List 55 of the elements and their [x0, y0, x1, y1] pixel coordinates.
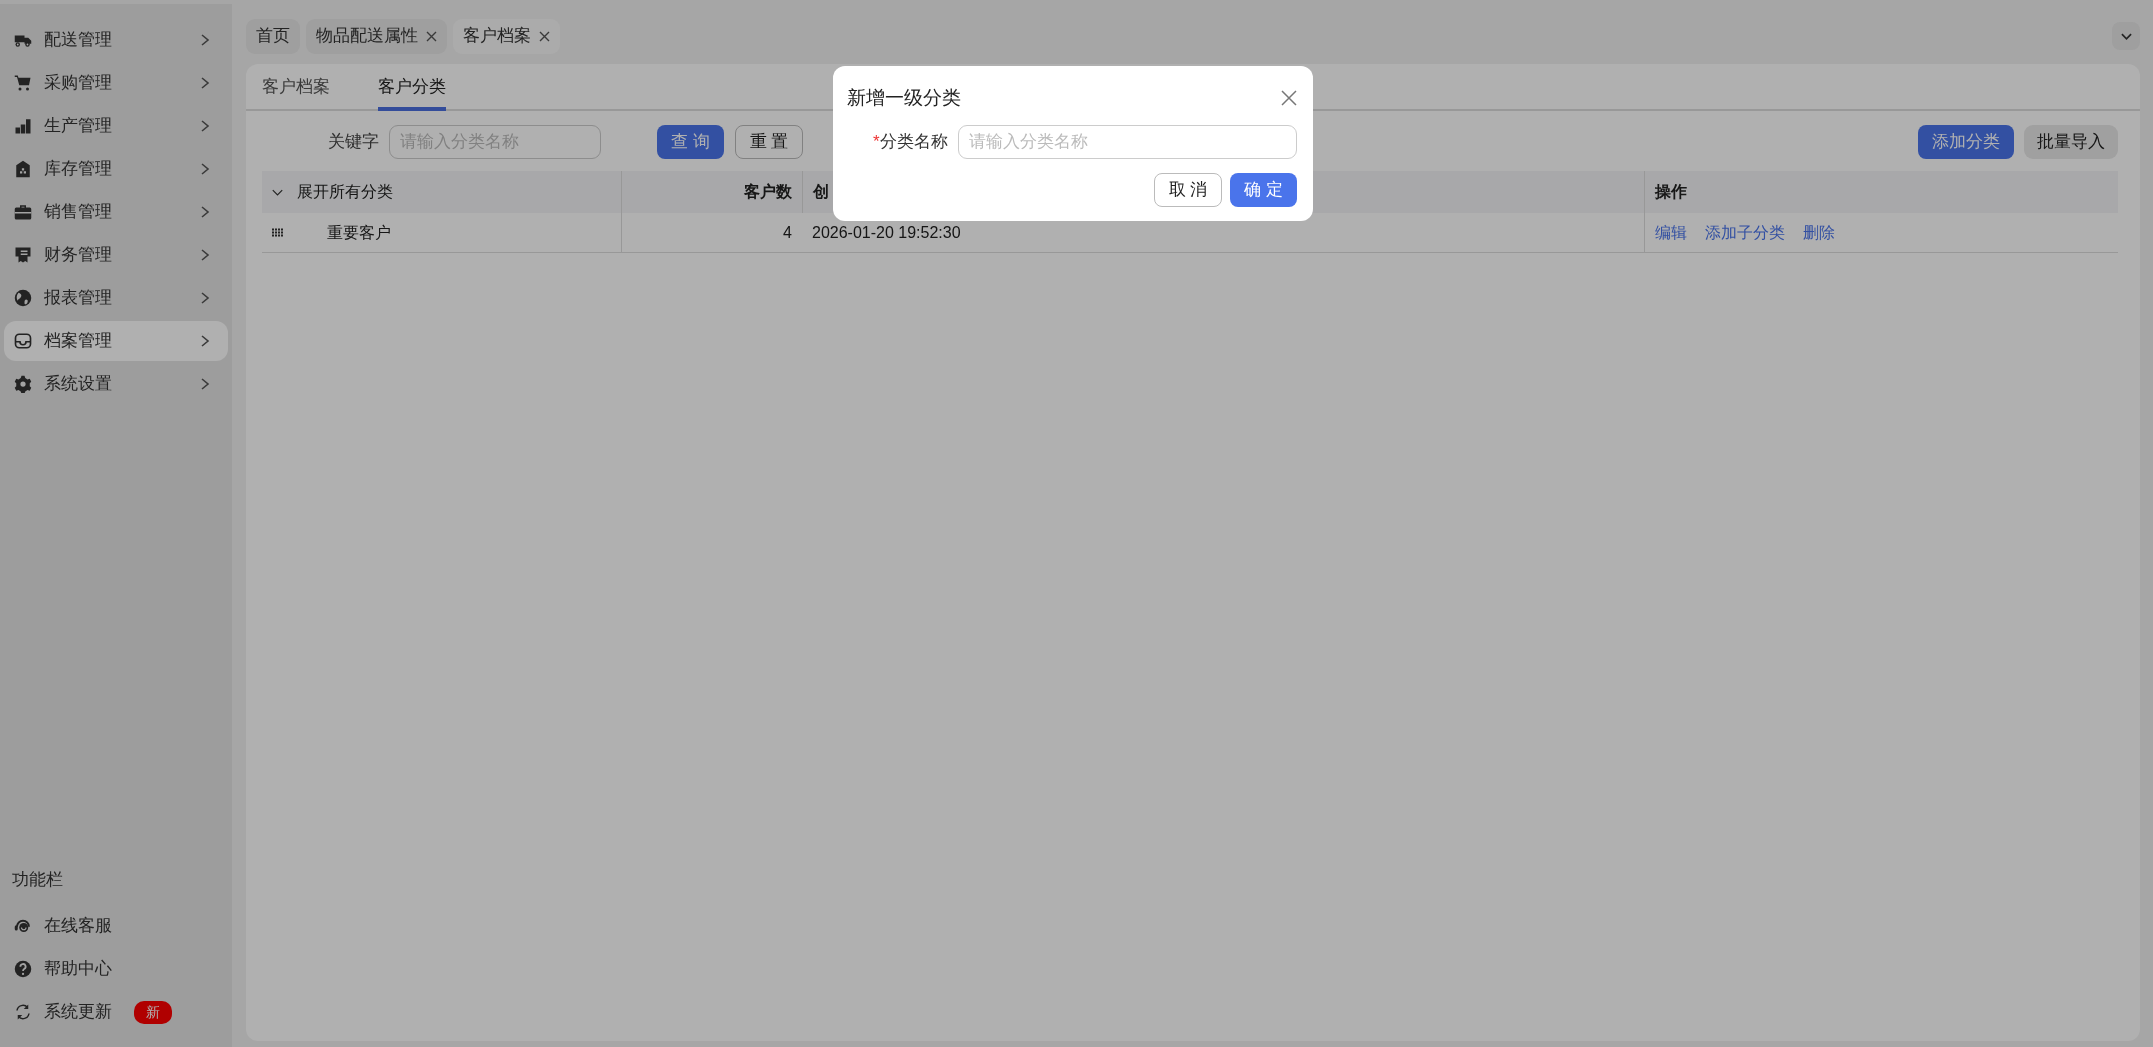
briefcase-icon	[14, 203, 32, 221]
sidebar-item[interactable]: 配送管理	[4, 20, 228, 60]
close-icon	[1281, 90, 1297, 107]
action-link[interactable]: 添加子分类	[1705, 220, 1785, 245]
action-link[interactable]: 编辑	[1655, 220, 1687, 245]
expand-all-toggle[interactable]: 展开所有分类	[272, 180, 393, 204]
batch-import-button[interactable]: 批量导入	[2024, 125, 2118, 159]
sidebar-item[interactable]: 系统设置	[4, 364, 228, 404]
new-badge: 新	[134, 1000, 172, 1024]
column-header: 操作	[1655, 182, 1687, 202]
close-icon	[426, 30, 437, 42]
add-category-button[interactable]: 添加分类	[1918, 125, 2014, 159]
sidebar-item[interactable]: 帮助中心	[4, 949, 228, 989]
table-cell-text: 2026-01-20 19:52:30	[812, 222, 961, 243]
input-field[interactable]: 请输入分类名称	[957, 124, 1297, 159]
confirm-button[interactable]: 确 定	[1230, 172, 1297, 207]
sidebar-item[interactable]: 采购管理	[4, 63, 228, 103]
refresh-icon	[14, 1003, 32, 1021]
inbox-icon	[14, 332, 32, 350]
sidebar-item[interactable]: 档案管理	[4, 321, 228, 361]
house-icon	[14, 160, 32, 178]
tab[interactable]: 客户档案	[262, 73, 330, 111]
table-cell-text: 重要客户	[327, 222, 391, 243]
search-button[interactable]: 查 询	[657, 125, 724, 159]
receipt-icon	[14, 246, 32, 264]
column-header: 客户数	[744, 182, 792, 202]
sidebar-item[interactable]: 财务管理	[4, 235, 228, 275]
drag-handle-icon	[272, 227, 283, 238]
column-header: 创	[813, 182, 829, 202]
page-tab[interactable]: 客户档案	[453, 18, 560, 54]
gear-icon	[14, 375, 32, 393]
sidebar-item[interactable]: 生产管理	[4, 106, 228, 146]
reset-button[interactable]: 重 置	[734, 125, 804, 159]
action-link[interactable]: 删除	[1803, 220, 1835, 245]
page-tab[interactable]: 物品配送属性	[306, 18, 447, 54]
globe-icon	[14, 289, 32, 307]
page-tab[interactable]: 首页	[246, 18, 300, 54]
field-label: *分类名称	[873, 130, 948, 153]
section-title: 功能栏	[11, 868, 64, 891]
headset-icon	[14, 917, 32, 935]
table-cell-text: 4	[783, 222, 792, 243]
cart-icon	[14, 74, 32, 92]
tab[interactable]: 客户分类	[378, 73, 446, 111]
close-button[interactable]	[1281, 90, 1297, 107]
sidebar-item[interactable]: 销售管理	[4, 192, 228, 232]
field-label: 关键字	[328, 131, 379, 154]
sidebar-item[interactable]: 报表管理	[4, 278, 228, 318]
cancel-button[interactable]: 取 消	[1153, 172, 1223, 207]
help-icon	[14, 960, 32, 978]
dropdown-button[interactable]	[2112, 22, 2140, 50]
sidebar-item[interactable]: 在线客服	[4, 906, 228, 946]
sidebar-item[interactable]: 库存管理	[4, 149, 228, 189]
close-icon	[539, 30, 550, 42]
dialog-title: 新增一级分类	[847, 86, 961, 110]
sidebar-item[interactable]: 系统更新 新	[4, 992, 228, 1032]
